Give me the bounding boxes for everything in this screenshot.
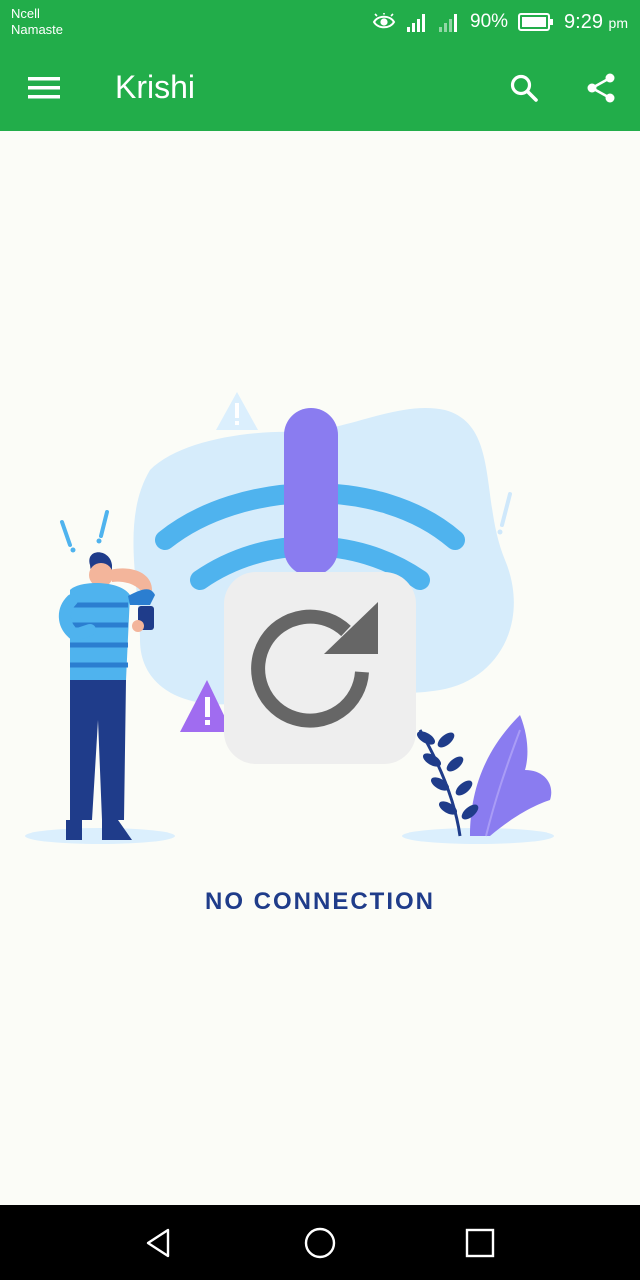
search-icon	[510, 74, 538, 102]
carrier-name: Ncell	[11, 6, 40, 21]
nav-back-button[interactable]	[130, 1217, 190, 1269]
back-triangle-icon	[146, 1228, 170, 1258]
signal-strength-secondary-icon	[439, 14, 458, 32]
hamburger-menu-icon	[28, 77, 60, 99]
carrier-subtitle: Namaste	[11, 22, 64, 37]
share-button[interactable]	[577, 64, 625, 112]
plant-leaves	[416, 715, 552, 837]
app-title: Krishi	[115, 69, 196, 105]
warning-triangle-top	[216, 392, 258, 430]
clock-ampm: pm	[608, 14, 628, 31]
status-time: 9:29 pm	[564, 10, 628, 35]
carrier-info: Ncell Namaste	[11, 6, 63, 38]
clock-time: 9:29	[564, 10, 603, 33]
exclamation-bar	[284, 408, 338, 576]
home-circle-icon	[304, 1227, 336, 1259]
nav-home-button[interactable]	[290, 1217, 350, 1269]
search-button[interactable]	[500, 64, 548, 112]
recents-square-icon	[465, 1228, 495, 1258]
nav-recents-button[interactable]	[450, 1217, 510, 1269]
reload-icon	[251, 602, 378, 728]
status-bar: Ncell Namaste 90% 9:29 pm	[0, 0, 640, 46]
app-screen: Ncell Namaste 90% 9:29 pm Krishi NO CONN…	[0, 0, 640, 1280]
system-navigation-bar	[0, 1205, 640, 1280]
signal-strength-icon	[407, 14, 426, 32]
app-bar: Krishi	[0, 46, 640, 131]
status-icons: 90% 9:29 pm	[372, 8, 628, 36]
confused-person-figure	[58, 552, 155, 840]
no-connection-message: NO CONNECTION	[205, 888, 435, 915]
reload-button[interactable]	[224, 572, 416, 764]
top-bar: Ncell Namaste 90% 9:29 pm Krishi	[0, 0, 640, 131]
menu-button[interactable]	[20, 66, 68, 110]
battery-percent: 90%	[470, 11, 509, 32]
share-icon	[587, 73, 615, 103]
battery-icon	[518, 13, 554, 31]
eye-comfort-icon	[372, 13, 396, 29]
